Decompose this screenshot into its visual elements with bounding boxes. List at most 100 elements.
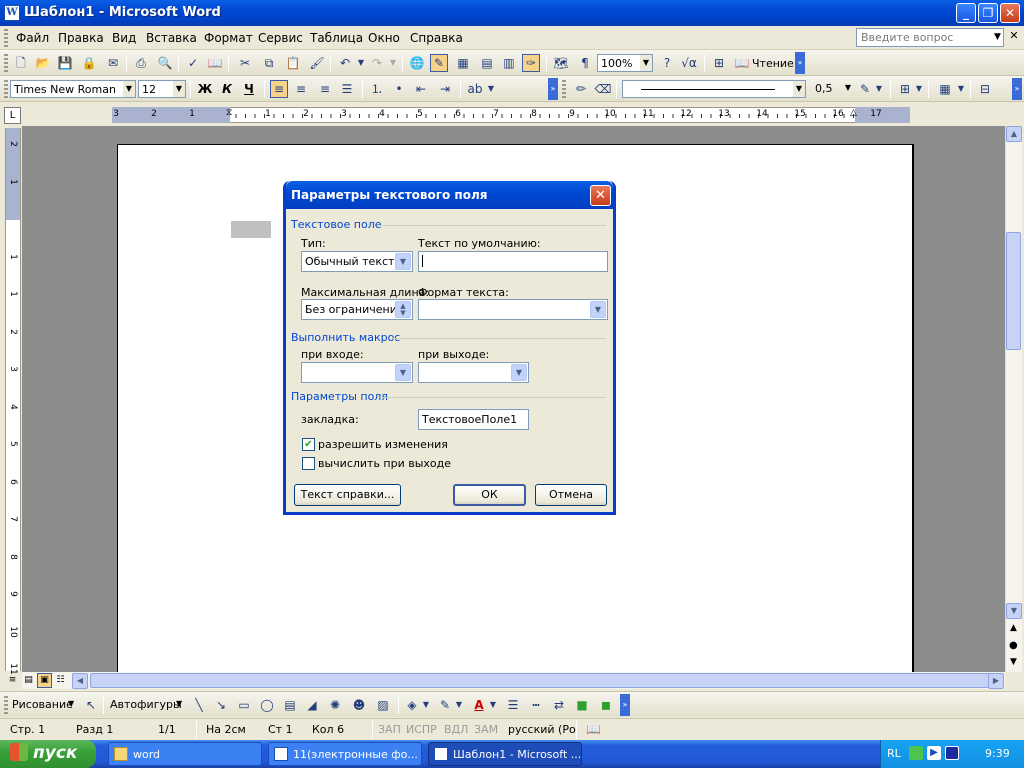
text-format-select[interactable]: ▼ bbox=[418, 299, 608, 320]
display-icon[interactable] bbox=[945, 746, 959, 760]
scroll-left-icon[interactable]: ◀ bbox=[72, 673, 88, 689]
type-select[interactable]: Обычный текст ▼ bbox=[301, 251, 413, 272]
spelling-icon[interactable]: ✓ bbox=[184, 54, 202, 72]
next-page-icon[interactable]: ▼ bbox=[1010, 657, 1017, 667]
first-line-indent-icon[interactable]: ⧖ bbox=[226, 108, 232, 118]
tables-borders-icon[interactable]: ✎ bbox=[430, 54, 448, 72]
menu-edit[interactable]: Правка bbox=[58, 31, 104, 45]
shadow-style-icon[interactable]: ■ bbox=[573, 696, 591, 714]
tables-toolbar-grip[interactable] bbox=[562, 80, 566, 98]
status-track-changes[interactable]: ИСПР bbox=[406, 723, 437, 736]
align-left-icon[interactable]: ≡ bbox=[270, 80, 288, 98]
chevron-down-icon[interactable]: ▼ bbox=[793, 81, 805, 97]
text-box-icon[interactable]: ▤ bbox=[281, 696, 299, 714]
word-app-icon[interactable]: W bbox=[4, 5, 20, 21]
3d-style-icon[interactable]: ◼ bbox=[597, 696, 615, 714]
insert-table-icon[interactable]: ▦ bbox=[936, 80, 954, 98]
web-view-icon[interactable]: ▤ bbox=[21, 673, 36, 688]
show-formatting-icon[interactable]: ¶ bbox=[576, 54, 594, 72]
menu-format[interactable]: Формат bbox=[204, 31, 253, 45]
chevron-down-icon[interactable]: ▼ bbox=[511, 364, 527, 381]
chevron-down-icon[interactable]: ▼ bbox=[842, 80, 854, 96]
undo-icon[interactable]: ↶ bbox=[336, 54, 354, 72]
open-icon[interactable]: 📂 bbox=[34, 54, 52, 72]
help-icon[interactable]: ? bbox=[658, 54, 676, 72]
form-text-field[interactable] bbox=[231, 221, 271, 238]
draw-table-icon[interactable]: ✏ bbox=[572, 80, 590, 98]
taskbar-item-template[interactable]: Шаблон1 - Microsoft ... bbox=[428, 742, 582, 766]
vertical-ruler[interactable]: 2 1 1 1 2 3 4 5 6 7 8 9 10 11 bbox=[5, 128, 21, 675]
align-center-icon[interactable]: ≡ bbox=[292, 80, 310, 98]
print-preview-icon[interactable]: 🔍 bbox=[156, 54, 174, 72]
vertical-scrollbar[interactable]: ▲ ▼ ▲ ● ▼ bbox=[1005, 126, 1022, 672]
media-player-icon[interactable]: ▶ bbox=[927, 746, 941, 760]
vertical-scroll-thumb[interactable] bbox=[1006, 232, 1021, 350]
language-indicator[interactable]: RL bbox=[887, 747, 901, 760]
columns-icon[interactable]: ▥ bbox=[500, 54, 518, 72]
toolbar-options-icon[interactable]: » bbox=[795, 52, 805, 74]
chevron-down-icon[interactable]: ▼ bbox=[123, 81, 135, 97]
drawing-icon[interactable]: ✑ bbox=[522, 54, 540, 72]
save-icon[interactable]: 💾 bbox=[56, 54, 74, 72]
line-weight-combo[interactable]: 0,5 ▼ bbox=[812, 80, 854, 98]
dash-style-icon[interactable]: ┅ bbox=[527, 696, 545, 714]
fill-in-enabled-checkbox[interactable]: ✔ bbox=[302, 438, 315, 451]
formatting-toolbar-grip[interactable] bbox=[4, 80, 8, 98]
grid-icon[interactable]: ⊞ bbox=[710, 54, 728, 72]
cut-icon[interactable]: ✂ bbox=[236, 54, 254, 72]
fill-color-dropdown-icon[interactable]: ▼ bbox=[421, 696, 431, 714]
calculate-on-exit-checkbox[interactable] bbox=[302, 457, 315, 470]
read-button[interactable]: Чтение bbox=[752, 57, 794, 70]
redo-dropdown-icon[interactable]: ▼ bbox=[388, 54, 398, 72]
bold-button[interactable]: Ж bbox=[196, 80, 214, 98]
default-text-input[interactable] bbox=[418, 251, 608, 272]
chevron-down-icon[interactable]: ▼ bbox=[590, 301, 606, 318]
chevron-down-icon[interactable]: ▼ bbox=[176, 699, 182, 708]
line-icon[interactable]: ╲ bbox=[190, 696, 208, 714]
network-icon[interactable] bbox=[909, 746, 923, 760]
border-color-dropdown-icon[interactable]: ▼ bbox=[874, 80, 884, 98]
wordart-icon[interactable]: ◢ bbox=[303, 696, 321, 714]
border-color-icon[interactable]: ✎ bbox=[856, 80, 874, 98]
status-record[interactable]: ЗАП bbox=[378, 723, 401, 736]
highlight-icon[interactable]: ab bbox=[466, 80, 484, 98]
status-extend[interactable]: ВДЛ bbox=[444, 723, 468, 736]
zoom-combo[interactable]: 100% ▼ bbox=[597, 54, 653, 72]
document-close-icon[interactable]: ✕ bbox=[1006, 28, 1022, 46]
formula-icon[interactable]: √α bbox=[680, 54, 698, 72]
oval-icon[interactable]: ◯ bbox=[258, 696, 276, 714]
undo-dropdown-icon[interactable]: ▼ bbox=[356, 54, 366, 72]
select-objects-icon[interactable]: ↖ bbox=[82, 696, 100, 714]
new-document-icon[interactable]: 🗋 bbox=[12, 54, 30, 72]
status-language[interactable]: русский (Ро bbox=[508, 723, 576, 736]
taskbar-item-word-folder[interactable]: word bbox=[108, 742, 262, 766]
align-right-icon[interactable]: ≡ bbox=[316, 80, 334, 98]
arrow-style-icon[interactable]: ⇄ bbox=[550, 696, 568, 714]
line-color-dropdown-icon[interactable]: ▼ bbox=[454, 696, 464, 714]
calculate-on-exit-label[interactable]: вычислить при выходе bbox=[318, 457, 451, 470]
fill-color-icon[interactable]: ◈ bbox=[403, 696, 421, 714]
dialog-close-button[interactable]: ✕ bbox=[590, 185, 611, 206]
rectangle-icon[interactable]: ▭ bbox=[235, 696, 253, 714]
increase-indent-icon[interactable]: ⇥ bbox=[436, 80, 454, 98]
font-name-combo[interactable]: Times New Roman ▼ bbox=[10, 80, 136, 98]
scroll-up-icon[interactable]: ▲ bbox=[1006, 126, 1022, 142]
numbering-icon[interactable]: ⒈ bbox=[368, 80, 386, 98]
permission-icon[interactable]: 🔒 bbox=[80, 54, 98, 72]
start-button[interactable]: пуск bbox=[0, 740, 96, 768]
font-color-dropdown-icon[interactable]: ▼ bbox=[488, 696, 498, 714]
paste-icon[interactable]: 📋 bbox=[284, 54, 302, 72]
menu-help[interactable]: Справка bbox=[410, 31, 463, 45]
menu-window[interactable]: Окно bbox=[368, 31, 400, 45]
previous-page-icon[interactable]: ▲ bbox=[1010, 623, 1017, 633]
max-length-spinner[interactable]: Без ограничений ▲ ▼ bbox=[301, 299, 413, 320]
right-indent-icon[interactable]: △ bbox=[850, 108, 857, 118]
hyperlink-icon[interactable]: 🌐 bbox=[408, 54, 426, 72]
line-color-icon[interactable]: ✎ bbox=[436, 696, 454, 714]
insert-picture-icon[interactable]: ▨ bbox=[374, 696, 392, 714]
font-size-combo[interactable]: 12 ▼ bbox=[138, 80, 186, 98]
research-icon[interactable]: 📖 bbox=[206, 54, 224, 72]
print-icon[interactable]: ⎙ bbox=[132, 54, 150, 72]
insert-table-icon[interactable]: ▦ bbox=[454, 54, 472, 72]
standard-toolbar-grip[interactable] bbox=[4, 54, 8, 72]
